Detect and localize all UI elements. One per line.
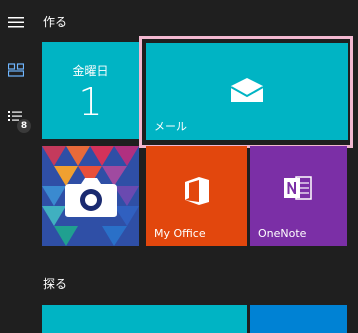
tiles-icon: [8, 63, 24, 77]
camera-icon: [65, 178, 117, 217]
section-title-explore: 探る: [43, 277, 68, 291]
left-rail: 8: [0, 0, 32, 333]
explore-tile-2[interactable]: [250, 305, 347, 333]
office-tile[interactable]: My Office: [146, 146, 247, 246]
hamburger-icon: [8, 17, 24, 28]
explore-tile-1[interactable]: [42, 305, 247, 333]
notification-badge: 8: [17, 119, 31, 133]
camera-tile[interactable]: [42, 146, 139, 246]
onenote-tile[interactable]: OneNote: [250, 146, 347, 246]
office-icon: [185, 177, 209, 205]
focus-outline: [139, 36, 353, 148]
calendar-date: 1: [78, 80, 103, 124]
menu-button[interactable]: [0, 2, 32, 42]
all-tiles-button[interactable]: [0, 50, 32, 90]
calendar-tile[interactable]: 金曜日 1: [42, 42, 139, 139]
calendar-weekday: 金曜日: [72, 64, 109, 78]
onenote-tile-label: OneNote: [258, 227, 307, 240]
section-title-create: 作る: [43, 15, 68, 29]
onenote-icon: [284, 176, 312, 200]
office-tile-label: My Office: [154, 227, 206, 240]
